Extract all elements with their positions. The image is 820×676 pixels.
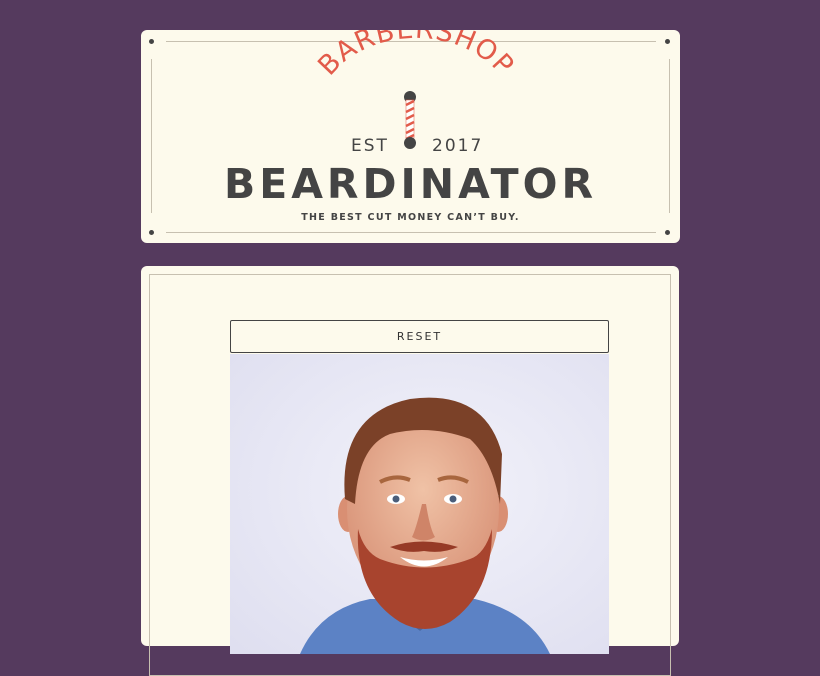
logo-card: BARBERSHOP EST 2017 BEARDINATOR THE BEST… — [141, 30, 680, 243]
brand-title: BEARDINATOR — [223, 160, 598, 208]
portrait-photo[interactable] — [230, 354, 609, 654]
year-label: 2017 — [432, 136, 484, 156]
barber-pole-icon — [404, 91, 416, 149]
editor-card: RESET — [141, 266, 679, 676]
est-label: EST — [351, 136, 389, 156]
svg-text:BARBERSHOP: BARBERSHOP — [312, 30, 520, 82]
reset-button[interactable]: RESET — [230, 320, 609, 353]
editor-frame: RESET — [149, 274, 671, 676]
tagline: THE BEST CUT MONEY CAN’T BUY. — [301, 212, 520, 223]
